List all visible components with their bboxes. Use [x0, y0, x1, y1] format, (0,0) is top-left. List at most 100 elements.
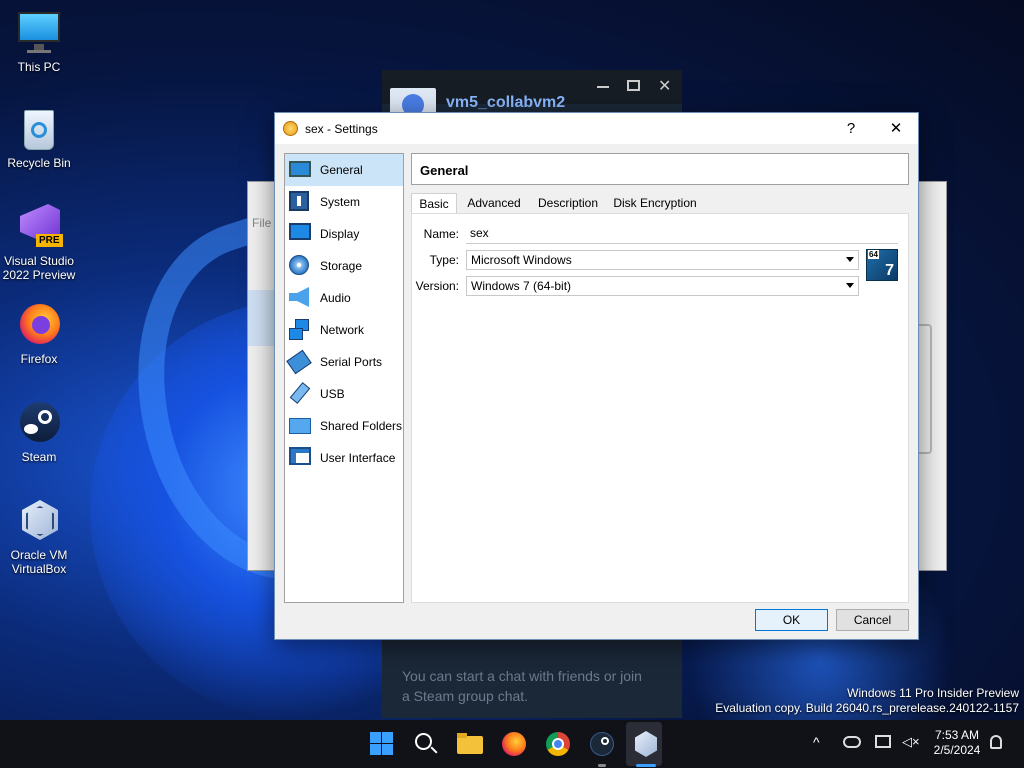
category-network[interactable]: Network [285, 314, 403, 346]
notification-bell-icon[interactable] [990, 735, 1002, 749]
category-serial-ports[interactable]: Serial Ports [285, 346, 403, 378]
category-audio[interactable]: Audio [285, 282, 403, 314]
watermark-edition: Windows 11 Pro Insider Preview [847, 686, 1019, 700]
steam-icon [16, 400, 62, 446]
os-bits-badge: 64 [868, 250, 879, 259]
category-user-interface[interactable]: User Interface [285, 442, 403, 474]
system-icon [289, 191, 311, 213]
steam-username[interactable]: vm5_collabvm2 [446, 94, 565, 112]
tab-disk-encryption[interactable]: Disk Encryption [609, 193, 701, 214]
tab-basic[interactable]: Basic [411, 193, 457, 214]
dialog-title: sex - Settings [305, 122, 378, 136]
category-label: System [320, 195, 361, 209]
steam-icon[interactable] [588, 730, 616, 767]
start-icon[interactable] [368, 730, 396, 758]
network-status-icon[interactable] [875, 735, 891, 748]
volume-muted-icon[interactable]: ◁× [902, 734, 920, 750]
help-button[interactable]: ? [828, 113, 874, 144]
tab-advanced[interactable]: Advanced [461, 193, 527, 214]
desktop-icon-visual-studio[interactable]: PRE Visual Studio 2022 Preview [0, 204, 78, 282]
audio-icon [289, 287, 311, 309]
user-interface-icon [289, 447, 311, 469]
ok-button[interactable]: OK [755, 609, 828, 631]
serial-ports-icon [286, 349, 312, 375]
close-icon[interactable]: ✕ [658, 76, 671, 96]
category-usb[interactable]: USB [285, 378, 403, 410]
visual-studio-icon: PRE [16, 204, 63, 250]
desktop-icon-label: Visual Studio 2022 Preview [2, 254, 76, 282]
onedrive-icon[interactable] [843, 736, 861, 748]
tab-description[interactable]: Description [531, 193, 605, 214]
category-label: USB [320, 387, 345, 401]
windows-watermark: Windows 11 Pro Insider Preview Evaluatio… [715, 686, 1019, 716]
desktop-icon-steam[interactable]: Steam [0, 400, 78, 464]
close-button[interactable]: ✕ [873, 113, 919, 144]
clock[interactable]: 7:53 AM 2/5/2024 [928, 728, 986, 758]
chrome-icon[interactable] [544, 730, 572, 758]
vm-list-item[interactable] [248, 290, 276, 346]
type-select[interactable]: Microsoft Windows [466, 250, 859, 270]
desktop-icon-label: This PC [17, 60, 61, 74]
category-label: Storage [320, 259, 363, 273]
category-label: Audio [320, 291, 351, 305]
desktop-icon-label: Firefox [20, 352, 58, 366]
network-icon [289, 319, 311, 341]
basic-tab-pane [411, 213, 909, 603]
cancel-button[interactable]: Cancel [836, 609, 909, 631]
display-icon [289, 223, 311, 245]
desktop-icon-firefox[interactable]: Firefox [0, 302, 78, 366]
name-field[interactable]: sex [466, 224, 898, 244]
category-label: Serial Ports [320, 355, 383, 369]
os-type-icon: 64 7 [866, 249, 898, 281]
preview-frame [918, 324, 932, 454]
storage-icon [289, 255, 311, 277]
category-display[interactable]: Display [285, 218, 403, 250]
category-label: Shared Folders [320, 419, 403, 433]
usb-icon [289, 382, 311, 405]
pre-badge: PRE [36, 234, 63, 247]
version-label: Version: [415, 279, 459, 293]
chevron-down-icon [846, 257, 854, 262]
category-label: Network [320, 323, 365, 337]
category-list[interactable]: General System Display Storage Audio Net… [284, 153, 404, 603]
category-storage[interactable]: Storage [285, 250, 403, 282]
category-system[interactable]: System [285, 186, 403, 218]
virtualbox-icon[interactable] [632, 730, 660, 767]
category-label: User Interface [320, 451, 396, 465]
page-header: General [411, 153, 909, 185]
desktop-icon-label: Recycle Bin [7, 156, 71, 170]
category-shared-folders[interactable]: Shared Folders [285, 410, 403, 442]
version-select[interactable]: Windows 7 (64-bit) [466, 276, 859, 296]
type-label: Type: [429, 253, 459, 267]
desktop-icon-label: Oracle VM VirtualBox [10, 548, 68, 576]
menu-file[interactable]: File [252, 216, 271, 230]
desktop-icon-recycle-bin[interactable]: Recycle Bin [0, 106, 78, 170]
virtualbox-icon [16, 498, 62, 544]
file-explorer-icon[interactable] [456, 730, 484, 758]
chevron-down-icon [846, 283, 854, 288]
maximize-icon[interactable] [627, 80, 640, 91]
clock-date: 2/5/2024 [933, 743, 981, 757]
page-title: General [420, 163, 469, 178]
shared-folders-icon [289, 415, 311, 437]
os-version-number: 7 [885, 262, 894, 279]
minimize-icon[interactable] [597, 86, 609, 88]
desktop-icon-label: Steam [21, 450, 57, 464]
name-label: Name: [423, 227, 459, 241]
clock-time: 7:53 AM [934, 728, 980, 742]
firefox-icon [16, 302, 62, 348]
chevron-up-icon[interactable]: ^ [813, 734, 820, 750]
firefox-icon[interactable] [500, 730, 528, 758]
category-label: General [320, 163, 363, 177]
this-pc-icon [16, 10, 62, 56]
settings-dialog[interactable]: sex - Settings ? ✕ General System Displa… [274, 112, 919, 640]
steam-chat-hint: You can start a chat with friends or joi… [402, 668, 642, 704]
dialog-titlebar[interactable]: sex - Settings ? ✕ [275, 113, 918, 144]
category-general[interactable]: General [285, 154, 403, 186]
desktop-icon-virtualbox[interactable]: Oracle VM VirtualBox [0, 498, 78, 576]
type-select-value: Microsoft Windows [471, 253, 572, 267]
search-icon[interactable] [412, 730, 440, 758]
taskbar[interactable]: ^ ◁× 7:53 AM 2/5/2024 [0, 720, 1024, 768]
desktop-icon-this-pc[interactable]: This PC [0, 10, 78, 74]
recycle-bin-icon [16, 106, 62, 152]
